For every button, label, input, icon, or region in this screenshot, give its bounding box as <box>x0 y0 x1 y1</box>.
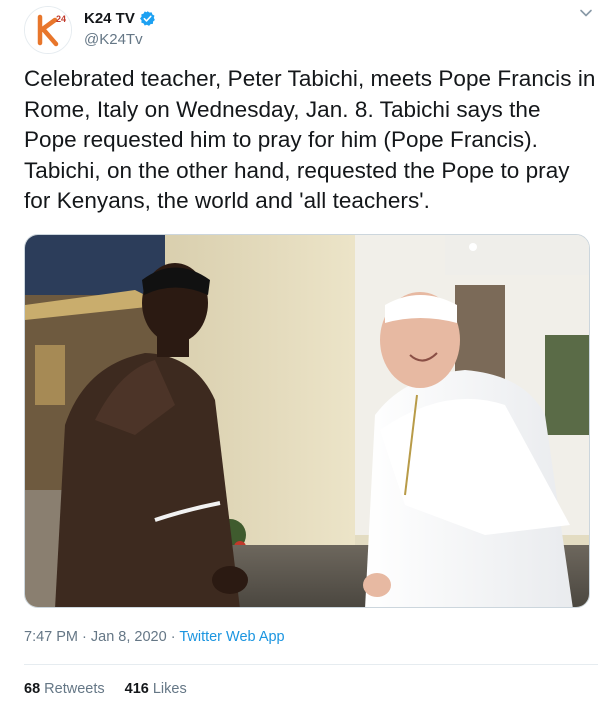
likes-label: Likes <box>152 681 187 697</box>
name-row: K24 TV <box>84 8 156 28</box>
chevron-down-icon[interactable] <box>579 6 593 20</box>
verified-badge-icon <box>139 10 155 26</box>
engagement-stats: 68 Retweets 416 Likes <box>24 681 187 697</box>
tweet-text: Celebrated teacher, Peter Tabichi, meets… <box>24 66 596 213</box>
divider <box>24 664 598 665</box>
retweets-count: 68 <box>24 681 41 697</box>
tweet-date[interactable]: Jan 8, 2020 <box>91 629 167 645</box>
tweet-photo[interactable] <box>24 234 590 608</box>
tweet-time[interactable]: 7:47 PM <box>24 629 78 645</box>
k24-logo-icon: 24 <box>25 7 71 53</box>
source-app-link[interactable]: Twitter Web App <box>179 629 284 645</box>
tweet-meta: 7:47 PM · Jan 8, 2020 · Twitter Web App <box>24 629 285 645</box>
likes-count: 416 <box>124 681 149 697</box>
display-name[interactable]: K24 TV <box>84 10 135 27</box>
retweets-label: Retweets <box>44 681 105 697</box>
meta-separator: · <box>78 629 91 645</box>
photo-of-teacher-meeting-pope-icon <box>25 235 589 607</box>
avatar[interactable]: 24 <box>24 6 72 54</box>
likes-stat[interactable]: 416 Likes <box>125 681 187 697</box>
svg-text:24: 24 <box>56 14 66 24</box>
meta-separator-2: · <box>166 629 180 645</box>
handle[interactable]: @K24Tv <box>84 31 156 48</box>
author-block: K24 TV @K24Tv <box>84 8 156 48</box>
tweet-card: 24 K24 TV @K24Tv Celebrated teacher, Pet… <box>0 0 615 702</box>
retweets-stat[interactable]: 68 Retweets <box>24 681 105 697</box>
